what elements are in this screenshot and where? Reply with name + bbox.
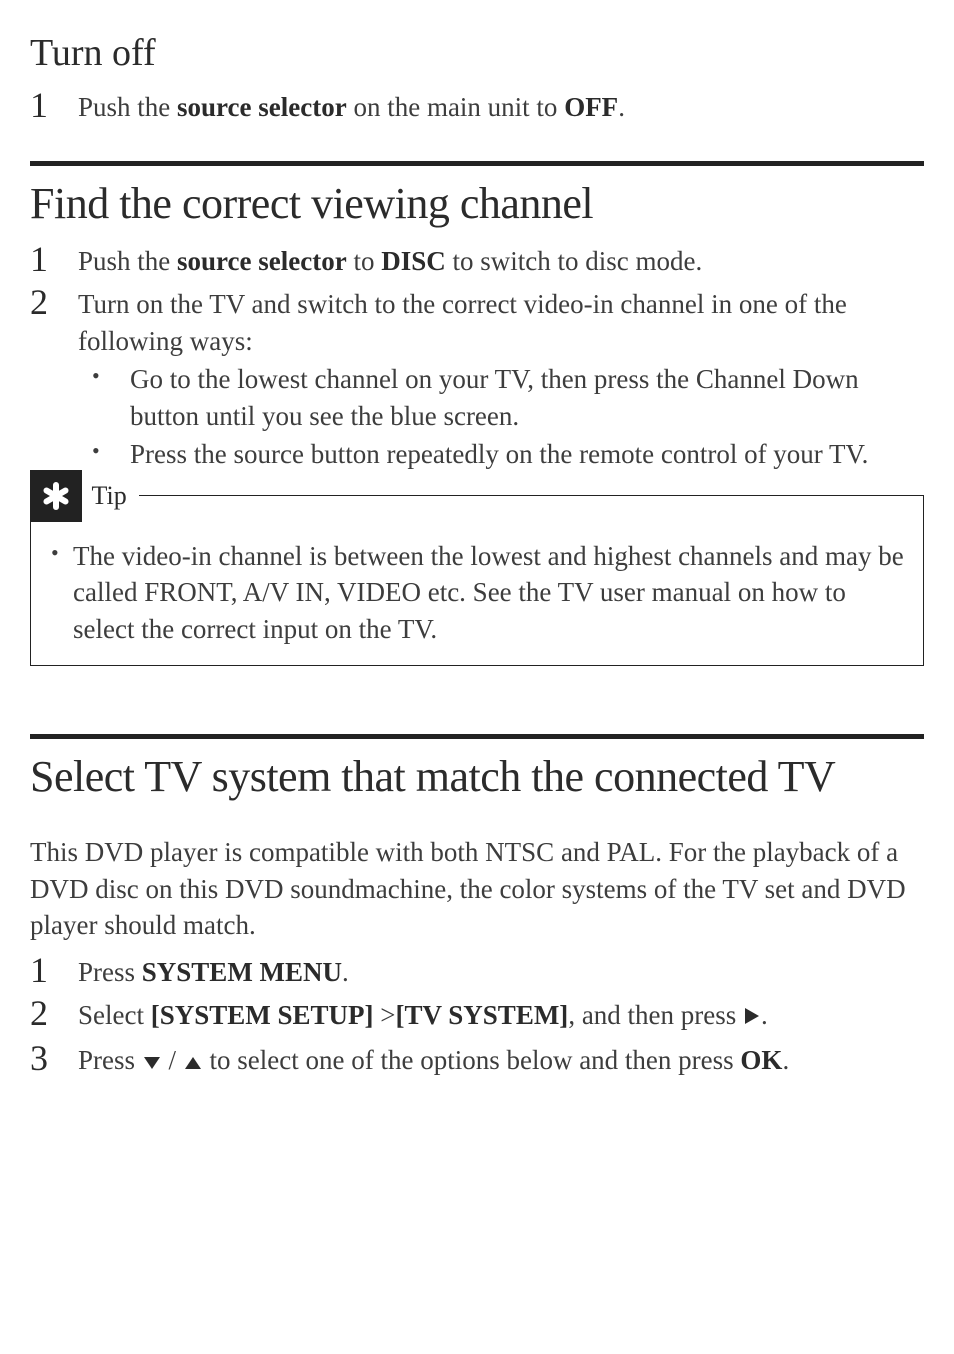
bold-text: OFF: [564, 92, 618, 122]
triangle-down-icon: [142, 1044, 162, 1080]
tip-content: The video-in channel is between the lowe…: [31, 522, 923, 665]
text: /: [162, 1045, 183, 1075]
triangle-up-icon: [183, 1044, 203, 1080]
bold-text: source selector: [177, 246, 347, 276]
step-number: 1: [30, 239, 78, 280]
list-item: Press the source button repeatedly on th…: [78, 436, 924, 472]
step-text: Select [SYSTEM SETUP] >[TV SYSTEM], and …: [78, 993, 924, 1035]
step-text: Press SYSTEM MENU.: [78, 950, 924, 990]
divider: [30, 161, 924, 166]
tip-text: The video-in channel is between the lowe…: [49, 538, 905, 647]
step-text: Turn on the TV and switch to the correct…: [78, 282, 924, 359]
step-number: 1: [30, 85, 78, 126]
section-tv-system: Select TV system that match the connecte…: [30, 747, 924, 1080]
text: >: [374, 1000, 396, 1030]
text: Press: [78, 957, 142, 987]
step-row: 2 Select [SYSTEM SETUP] >[TV SYSTEM], an…: [30, 993, 924, 1035]
bold-text: [TV SYSTEM]: [396, 1000, 569, 1030]
step-text: Press / to select one of the options bel…: [78, 1038, 924, 1080]
text: on the main unit to: [347, 92, 564, 122]
intro-paragraph: This DVD player is compatible with both …: [30, 834, 924, 943]
step-row: 1 Push the source selector to DISC to sw…: [30, 239, 924, 280]
text: .: [782, 1045, 789, 1075]
list-item: Go to the lowest channel on your TV, the…: [78, 361, 924, 434]
step-number: 2: [30, 993, 78, 1034]
text: Push the: [78, 92, 177, 122]
tip-header: Tip: [30, 470, 924, 522]
text: .: [761, 1000, 768, 1030]
tip-label: Tip: [82, 478, 139, 513]
step-row: 1 Push the source selector on the main u…: [30, 85, 924, 126]
tip-asterisk-icon: [30, 470, 82, 522]
text: .: [618, 92, 625, 122]
text: to switch to disc mode.: [446, 246, 702, 276]
heading-find-channel: Find the correct viewing channel: [30, 174, 924, 233]
tip-box: Tip The video-in channel is between the …: [30, 495, 924, 666]
step-row: 1 Press SYSTEM MENU.: [30, 950, 924, 991]
play-right-icon: [743, 999, 761, 1035]
section-turn-off: Turn off 1 Push the source selector on t…: [30, 28, 924, 127]
step-number: 3: [30, 1038, 78, 1079]
bold-text: DISC: [381, 246, 446, 276]
text: Press: [78, 1045, 142, 1075]
section-find-channel: Find the correct viewing channel 1 Push …: [30, 174, 924, 666]
divider: [30, 734, 924, 739]
step-row: 3 Press / to select one of the options b…: [30, 1038, 924, 1080]
step-row: 2 Turn on the TV and switch to the corre…: [30, 282, 924, 359]
step-number: 2: [30, 282, 78, 323]
heading-tv-system: Select TV system that match the connecte…: [30, 747, 924, 806]
text: Select: [78, 1000, 151, 1030]
step-number: 1: [30, 950, 78, 991]
bold-text: source selector: [177, 92, 347, 122]
heading-turn-off: Turn off: [30, 28, 924, 79]
step-text: Push the source selector to DISC to swit…: [78, 239, 924, 279]
text: .: [342, 957, 349, 987]
text: Push the: [78, 246, 177, 276]
bullet-list: Go to the lowest channel on your TV, the…: [30, 361, 924, 472]
text: to select one of the options below and t…: [203, 1045, 741, 1075]
bold-text: OK: [740, 1045, 782, 1075]
bold-text: SYSTEM MENU: [142, 957, 342, 987]
text: , and then press: [568, 1000, 743, 1030]
text: Turn on the TV and switch to the correct…: [78, 289, 847, 355]
text: to: [347, 246, 382, 276]
bold-text: [SYSTEM SETUP]: [151, 1000, 374, 1030]
step-text: Push the source selector on the main uni…: [78, 85, 924, 125]
